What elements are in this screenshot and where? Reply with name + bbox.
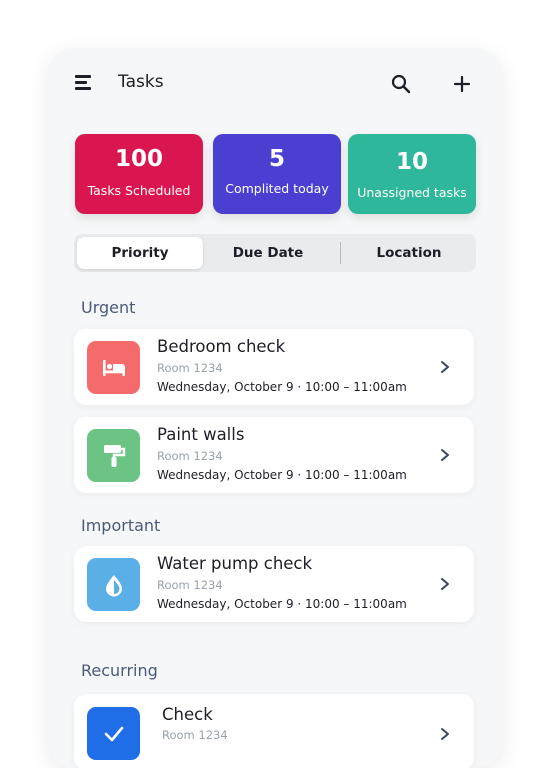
stat-card-tasks-scheduled[interactable]: 100 Tasks Scheduled bbox=[75, 134, 203, 214]
chevron-right-icon bbox=[441, 578, 449, 590]
task-card[interactable]: Water pump check Room 1234 Wednesday, Oc… bbox=[74, 546, 474, 622]
task-room: Room 1234 bbox=[162, 728, 228, 742]
sort-segmented-control: Priority Due Date Location bbox=[74, 234, 476, 272]
bed-icon bbox=[103, 360, 125, 376]
tab-divider bbox=[340, 242, 341, 264]
checkmark-icon bbox=[104, 726, 124, 742]
section-title-important: Important bbox=[81, 516, 161, 535]
top-bar: Tasks bbox=[48, 48, 502, 120]
stat-card-completed-today[interactable]: 5 Complited today bbox=[213, 134, 341, 214]
tab-location[interactable]: Location bbox=[346, 237, 472, 269]
task-title: Water pump check bbox=[157, 554, 313, 573]
tab-priority[interactable]: Priority bbox=[77, 237, 203, 269]
task-time: Wednesday, October 9 · 10:00 – 11:00am bbox=[157, 597, 407, 611]
task-room: Room 1234 bbox=[157, 361, 223, 375]
chevron-right-icon bbox=[441, 728, 449, 740]
task-time: Wednesday, October 9 · 10:00 – 11:00am bbox=[157, 380, 407, 394]
stat-value: 100 bbox=[114, 146, 163, 172]
task-icon-tile bbox=[87, 707, 140, 760]
task-icon-tile bbox=[87, 558, 140, 611]
menu-icon[interactable] bbox=[75, 75, 93, 91]
page-title: Tasks bbox=[118, 72, 164, 92]
water-drop-icon bbox=[106, 575, 122, 597]
task-room: Room 1234 bbox=[157, 449, 223, 463]
task-card[interactable]: Check Room 1234 bbox=[74, 694, 474, 768]
stat-value: 5 bbox=[268, 146, 285, 172]
stat-label: Tasks Scheduled bbox=[87, 183, 191, 198]
paint-roller-icon bbox=[104, 445, 126, 467]
task-title: Bedroom check bbox=[157, 337, 286, 356]
phone-screen: Tasks 100 Tasks Scheduled 5 Complited to… bbox=[48, 48, 502, 768]
task-title: Check bbox=[162, 705, 213, 724]
tab-due-date[interactable]: Due Date bbox=[205, 237, 331, 269]
search-icon[interactable] bbox=[391, 74, 411, 94]
section-title-recurring: Recurring bbox=[81, 661, 158, 680]
task-room: Room 1234 bbox=[157, 578, 223, 592]
chevron-right-icon bbox=[441, 449, 449, 461]
stat-label: Complited today bbox=[225, 181, 329, 196]
section-title-urgent: Urgent bbox=[81, 298, 136, 317]
task-icon-tile bbox=[87, 341, 140, 394]
task-icon-tile bbox=[87, 429, 140, 482]
task-card[interactable]: Paint walls Room 1234 Wednesday, October… bbox=[74, 417, 474, 493]
task-title: Paint walls bbox=[157, 425, 245, 444]
task-card[interactable]: Bedroom check Room 1234 Wednesday, Octob… bbox=[74, 329, 474, 405]
stat-card-unassigned-tasks[interactable]: 10 Unassigned tasks bbox=[348, 134, 476, 214]
stat-value: 10 bbox=[395, 149, 428, 175]
task-time: Wednesday, October 9 · 10:00 – 11:00am bbox=[157, 468, 407, 482]
chevron-right-icon bbox=[441, 361, 449, 373]
add-icon[interactable] bbox=[453, 75, 471, 93]
stat-label: Unassigned tasks bbox=[357, 185, 467, 200]
